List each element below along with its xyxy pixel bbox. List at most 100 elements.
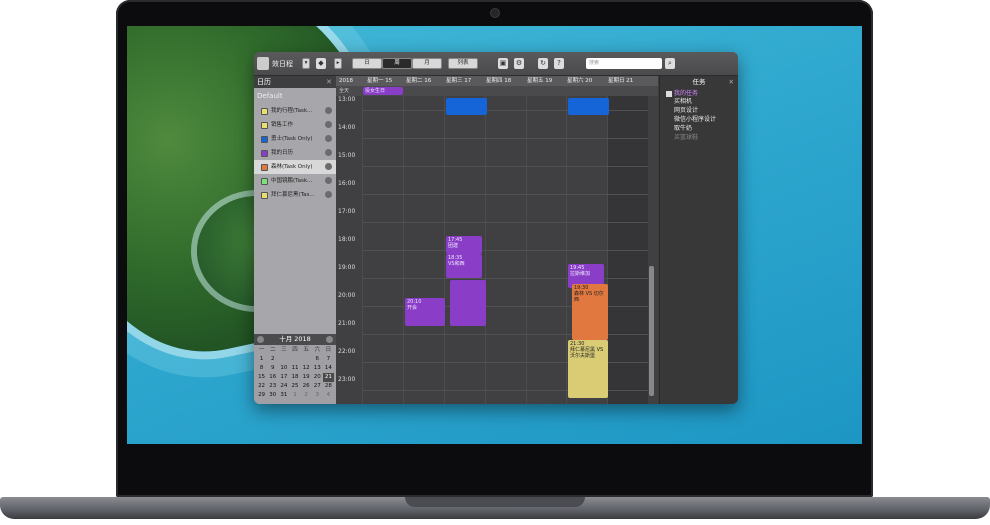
mini-calendar-day[interactable]: 6 <box>312 355 323 364</box>
calendar-options-icon[interactable] <box>325 163 332 170</box>
view-list-button[interactable]: 列表 <box>448 58 478 69</box>
dropdown-button[interactable]: ▾ <box>302 58 310 69</box>
day-header-wed[interactable]: 星期三 17 <box>446 76 471 86</box>
mini-calendar-day[interactable]: 28 <box>323 382 334 391</box>
event-block[interactable] <box>568 98 609 115</box>
event-block[interactable]: 21:30 拜仁慕尼黑 VS 沃尔夫斯堡 <box>568 340 608 398</box>
mini-calendar-day[interactable]: 22 <box>256 382 267 391</box>
event-block[interactable]: 19:30 森林 VS 切尔西 <box>572 284 608 340</box>
mini-calendar-day[interactable]: 3 <box>312 391 323 400</box>
view-week-button[interactable]: 周 <box>382 58 412 69</box>
mini-calendar-day[interactable]: 11 <box>289 364 300 373</box>
search-input[interactable]: 搜索 <box>586 58 662 69</box>
mini-calendar-day[interactable]: 26 <box>301 382 312 391</box>
mini-calendar-day[interactable]: 4 <box>323 391 334 400</box>
settings-icon[interactable]: ⚙ <box>514 58 524 69</box>
mini-calendar-day[interactable]: 12 <box>301 364 312 373</box>
task-item[interactable]: 取牛奶 <box>660 124 738 133</box>
calendar-item[interactable]: 我的日历 <box>254 146 336 160</box>
mini-calendar-day[interactable] <box>301 355 312 364</box>
calendar-item[interactable]: 销售工作 <box>254 118 336 132</box>
mini-calendar-day[interactable]: 16 <box>267 373 278 382</box>
day-header-sun[interactable]: 星期日 21 <box>608 76 633 86</box>
calendar-options-icon[interactable] <box>325 121 332 128</box>
mini-calendar-day[interactable]: 19 <box>301 373 312 382</box>
mini-calendar-day[interactable]: 20 <box>312 373 323 382</box>
mini-calendar-day[interactable]: 27 <box>312 382 323 391</box>
mini-calendar-day[interactable] <box>289 355 300 364</box>
day-header-thu[interactable]: 星期四 18 <box>486 76 511 86</box>
event-block[interactable]: 18:35 VS和西 <box>446 254 482 278</box>
mini-calendar-day[interactable]: 25 <box>289 382 300 391</box>
view-month-button[interactable]: 月 <box>412 58 442 69</box>
calendar-color-swatch[interactable] <box>261 122 268 129</box>
mini-calendar-day[interactable]: 24 <box>278 382 289 391</box>
mini-calendar-day[interactable]: 13 <box>312 364 323 373</box>
calendar-options-icon[interactable] <box>325 149 332 156</box>
dropdown-button-2[interactable]: ▸ <box>334 58 342 69</box>
mini-calendar-day[interactable]: 14 <box>323 364 334 373</box>
task-item[interactable]: 买相机 <box>660 97 738 106</box>
calendar-item[interactable]: 勇士(Task Only) <box>254 132 336 146</box>
calendar-color-swatch[interactable] <box>261 178 268 185</box>
mini-calendar-day[interactable]: 1 <box>289 391 300 400</box>
calendar-color-swatch[interactable] <box>261 136 268 143</box>
calendar-item-selected[interactable]: 森林(Task Only) <box>254 160 336 174</box>
laptop-notch <box>405 497 585 507</box>
calendar-color-swatch[interactable] <box>261 164 268 171</box>
event-block[interactable]: 20:10 开会 <box>405 298 445 326</box>
allday-event[interactable]: 役女生日 <box>363 87 403 95</box>
event-block[interactable] <box>450 280 486 326</box>
view-day-button[interactable]: 日 <box>352 58 382 69</box>
next-month-icon[interactable] <box>326 336 333 343</box>
mini-calendar-day[interactable]: 31 <box>278 391 289 400</box>
mini-calendar-day[interactable]: 30 <box>267 391 278 400</box>
mini-calendar-day[interactable] <box>278 355 289 364</box>
calendar-list-panel: 日历 ✕ Default 我的行程(Task... 销售工作 勇士(Task O… <box>254 76 336 404</box>
task-group[interactable]: 我的任务 <box>660 88 738 97</box>
mini-calendar-today[interactable]: 21 <box>322 373 334 382</box>
event-block[interactable] <box>446 98 487 115</box>
task-item[interactable]: 网页设计 <box>660 106 738 115</box>
prev-month-icon[interactable] <box>257 336 264 343</box>
search-icon[interactable]: ⌕ <box>665 58 675 69</box>
refresh-icon[interactable]: ↻ <box>538 58 548 69</box>
day-header-mon[interactable]: 星期一 15 <box>367 76 392 86</box>
mini-calendar-day[interactable]: 15 <box>256 373 267 382</box>
mini-calendar-day[interactable]: 7 <box>323 355 334 364</box>
calendar-item[interactable]: 拜仁慕尼黑(Tas... <box>254 188 336 202</box>
day-header-sat[interactable]: 星期六 20 <box>567 76 592 86</box>
mini-calendar-day[interactable]: 2 <box>301 391 312 400</box>
calendar-item[interactable]: 中国镜鹏(Task... <box>254 174 336 188</box>
mini-calendar-day[interactable]: 23 <box>267 382 278 391</box>
task-item-done[interactable]: 买篮球鞋 <box>660 133 738 142</box>
day-header-fri[interactable]: 星期五 19 <box>527 76 552 86</box>
time-label: 23:00 <box>338 376 356 383</box>
vertical-scrollbar[interactable] <box>649 266 654 396</box>
mini-calendar-day[interactable]: 2 <box>267 355 278 364</box>
close-icon[interactable]: ✕ <box>729 76 734 88</box>
calendar-options-icon[interactable] <box>325 135 332 142</box>
print-icon[interactable]: ▣ <box>498 58 508 69</box>
calendar-color-swatch[interactable] <box>261 150 268 157</box>
close-icon[interactable]: ✕ <box>326 76 332 88</box>
event-block[interactable]: 17:45 团建 <box>446 236 482 254</box>
calendar-item[interactable]: 我的行程(Task... <box>254 104 336 118</box>
calendar-color-swatch[interactable] <box>261 192 268 199</box>
calendar-color-swatch[interactable] <box>261 108 268 115</box>
mini-calendar-day[interactable]: 9 <box>267 364 278 373</box>
mini-calendar-day[interactable]: 29 <box>256 391 267 400</box>
calendar-options-icon[interactable] <box>325 107 332 114</box>
mini-calendar-day[interactable]: 8 <box>256 364 267 373</box>
calendar-options-icon[interactable] <box>325 177 332 184</box>
app-logo-icon[interactable] <box>257 57 269 70</box>
calendar-options-icon[interactable] <box>325 191 332 198</box>
mini-calendar-day[interactable]: 10 <box>278 364 289 373</box>
mini-calendar-day[interactable]: 1 <box>256 355 267 364</box>
task-item[interactable]: 微信小程序设计 <box>660 115 738 124</box>
help-icon[interactable]: ? <box>554 58 564 69</box>
shield-icon[interactable]: ◆ <box>316 58 326 69</box>
mini-calendar-day[interactable]: 18 <box>289 373 300 382</box>
day-header-tue[interactable]: 星期二 16 <box>406 76 431 86</box>
mini-calendar-day[interactable]: 17 <box>278 373 289 382</box>
